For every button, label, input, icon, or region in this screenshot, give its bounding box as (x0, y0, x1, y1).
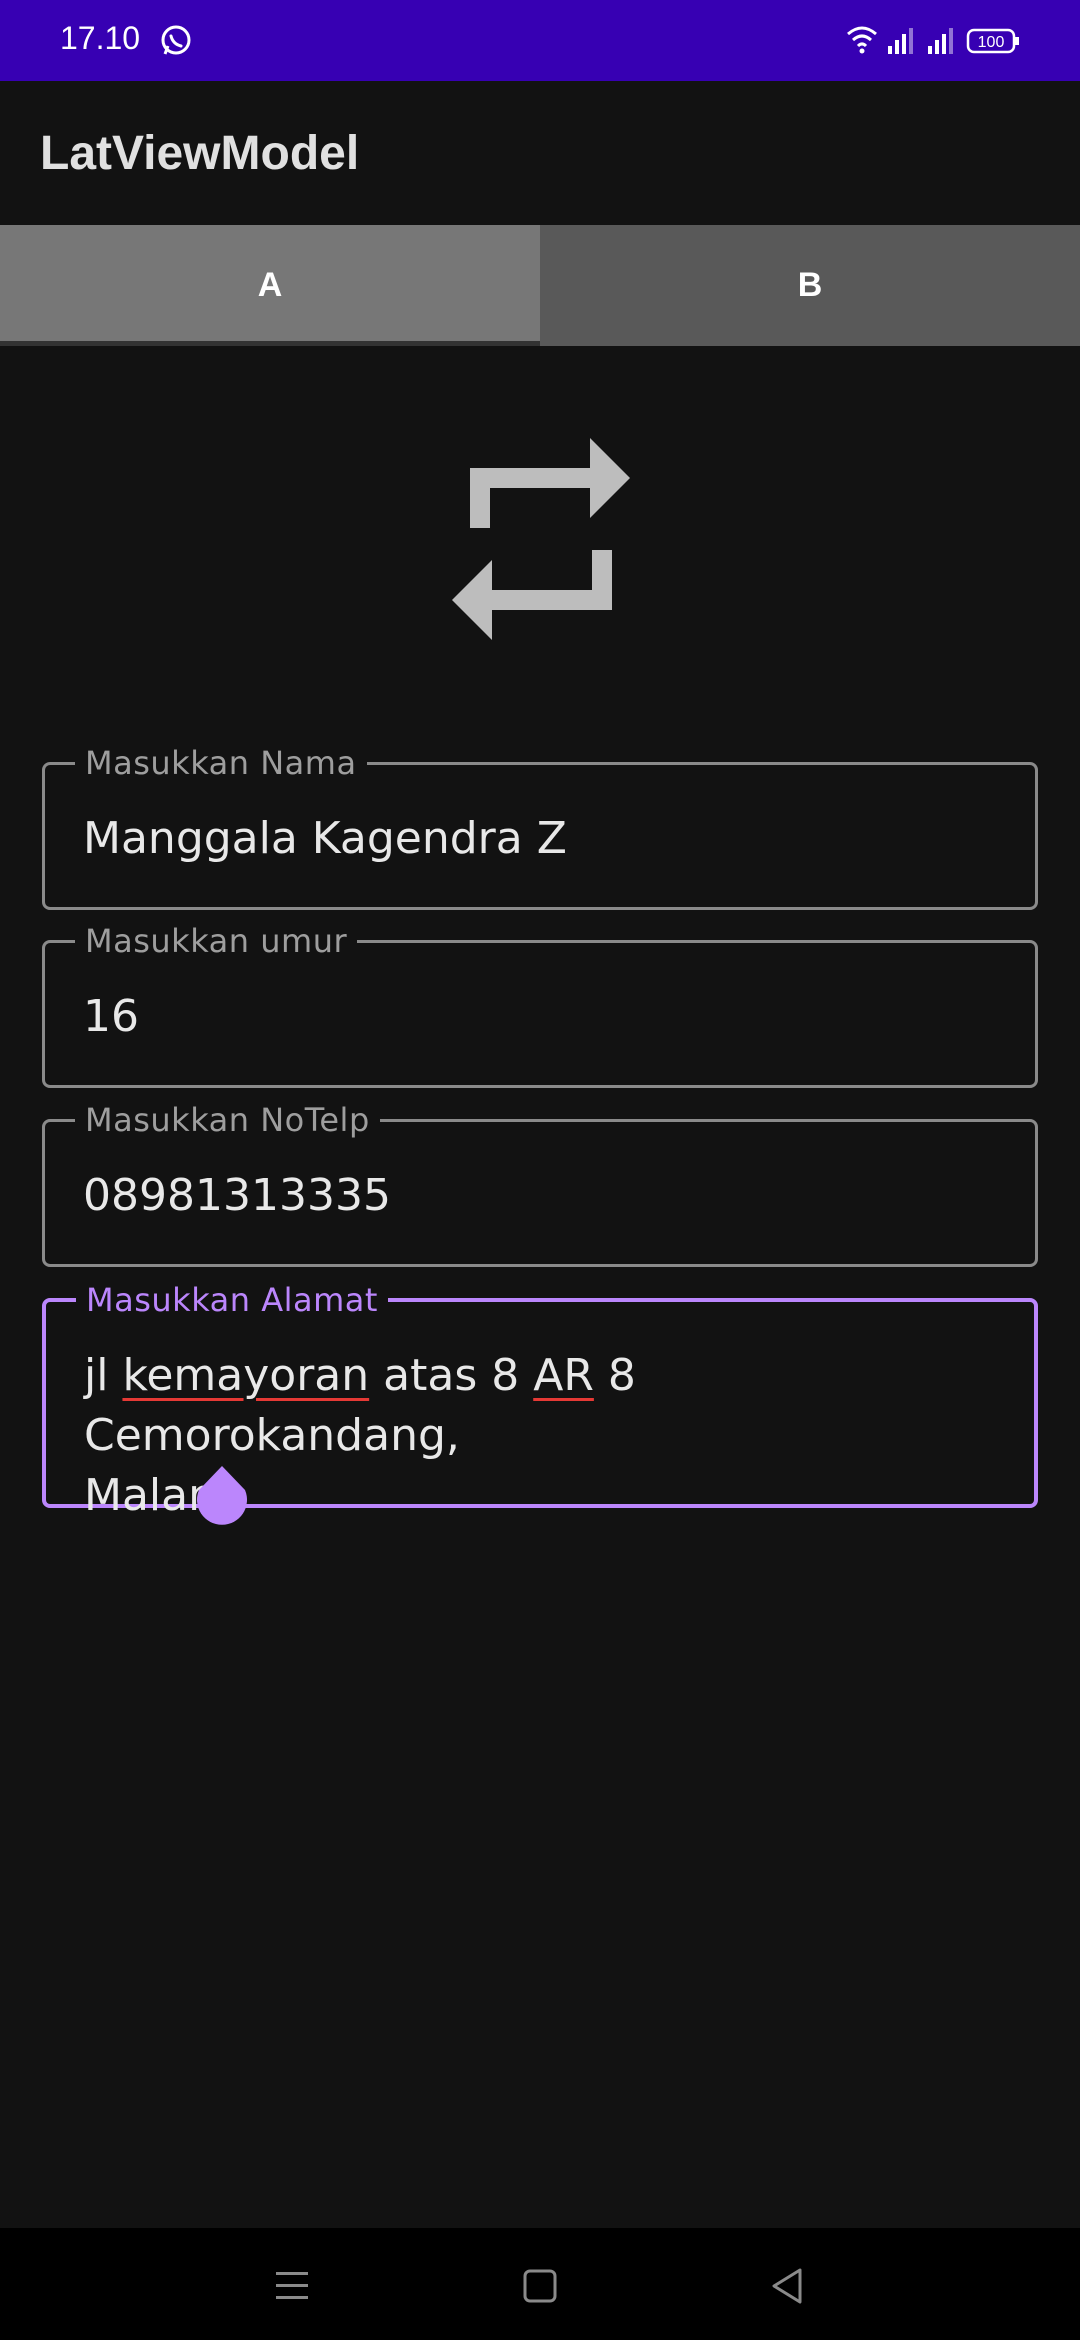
status-bar: 17.10 100 (0, 0, 1080, 81)
alamat-text-1: jl (84, 1350, 123, 1401)
whatsapp-icon (161, 25, 191, 55)
alamat-label: Masukkan Alamat (76, 1280, 388, 1320)
navigation-bar (0, 2228, 1080, 2340)
app-title: LatViewModel (40, 127, 360, 180)
status-time: 17.10 (60, 20, 141, 56)
alamat-text-2: atas 8 (369, 1350, 534, 1401)
nama-field[interactable]: Masukkan Nama Manggala Kagendra Z (42, 743, 1038, 910)
alamat-field[interactable]: Masukkan Alamat jl kemayoran atas 8 AR 8… (42, 1280, 1038, 1521)
battery-icon: 100 (966, 28, 1019, 54)
nama-value: Manggala Kagendra Z (83, 813, 567, 864)
notelp-label: Masukkan NoTelp (75, 1100, 380, 1140)
status-icons: 100 (847, 26, 1019, 54)
nama-label: Masukkan Nama (75, 743, 367, 783)
signal-icon-2 (928, 28, 953, 54)
notelp-value: 08981313335 (83, 1170, 391, 1221)
back-icon[interactable] (768, 2266, 808, 2306)
home-icon[interactable] (520, 2266, 560, 2306)
tab-indicator (0, 341, 540, 346)
notelp-field[interactable]: Masukkan NoTelp 08981313335 (42, 1100, 1038, 1267)
text-cursor-handle[interactable] (195, 1466, 249, 1528)
alamat-misspelled-2: AR (533, 1350, 594, 1401)
tab-b[interactable]: B (540, 225, 1080, 346)
tab-a[interactable]: A (0, 225, 540, 346)
wifi-icon (847, 26, 877, 54)
umur-field[interactable]: Masukkan umur 16 (42, 921, 1038, 1088)
umur-value: 16 (83, 991, 139, 1042)
tab-a-label: A (257, 266, 283, 304)
tab-bar: A B (0, 225, 1080, 346)
umur-label: Masukkan umur (75, 921, 358, 961)
alamat-misspelled-1: kemayoran (122, 1350, 370, 1401)
menu-icon[interactable] (272, 2266, 312, 2306)
swap-arrows-icon (452, 438, 630, 640)
battery-level: 100 (978, 34, 1005, 51)
tab-b-label: B (797, 266, 823, 304)
signal-icon-1 (888, 28, 913, 54)
